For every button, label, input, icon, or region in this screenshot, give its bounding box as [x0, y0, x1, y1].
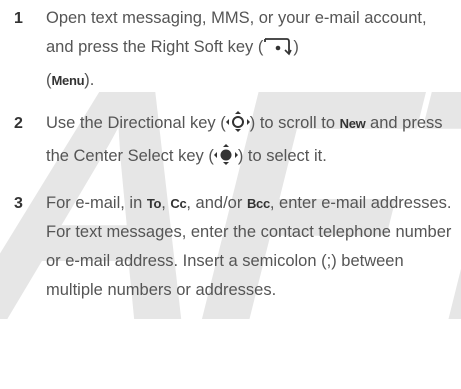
step-text-part: Use the Directional key (	[46, 114, 226, 132]
step-text-part: , and/or	[186, 194, 247, 212]
step-text-part: ,	[161, 194, 171, 212]
step-text: Use the Directional key () to scroll to …	[46, 109, 456, 175]
step-2: 2 Use the Directional key ( ) to scroll t…	[0, 109, 461, 175]
menu-term: Menu	[51, 73, 85, 88]
step-1: 1 Open text messaging, MMS, or your e-ma…	[0, 4, 461, 95]
step-number: 2	[14, 115, 23, 132]
step-number: 3	[14, 195, 23, 212]
step-text-part: ) to select it.	[237, 147, 327, 165]
step-text-part: ) to scroll to	[249, 114, 340, 132]
bcc-term: Bcc	[246, 196, 270, 211]
right-soft-key-icon	[263, 36, 293, 66]
center-select-key-icon	[213, 143, 238, 175]
step-3: 3 For e-mail, in To, Cc, and/or Bcc, ent…	[0, 189, 461, 305]
step-text-part: .	[89, 71, 95, 89]
step-text-part: For e-mail, in	[46, 194, 147, 212]
step-text-part: )	[293, 38, 299, 56]
directional-key-icon	[225, 110, 250, 142]
cc-term: Cc	[170, 196, 187, 211]
step-number: 1	[14, 10, 23, 27]
to-term: To	[146, 196, 162, 211]
step-text-part: Open text messaging, MMS, or your e-mail…	[46, 9, 427, 56]
step-text: For e-mail, in To, Cc, and/or Bcc, enter…	[46, 189, 456, 305]
steps-list: 1 Open text messaging, MMS, or your e-ma…	[0, 4, 461, 319]
step-text: Open text messaging, MMS, or your e-mail…	[46, 9, 427, 89]
new-term: New	[339, 116, 366, 131]
